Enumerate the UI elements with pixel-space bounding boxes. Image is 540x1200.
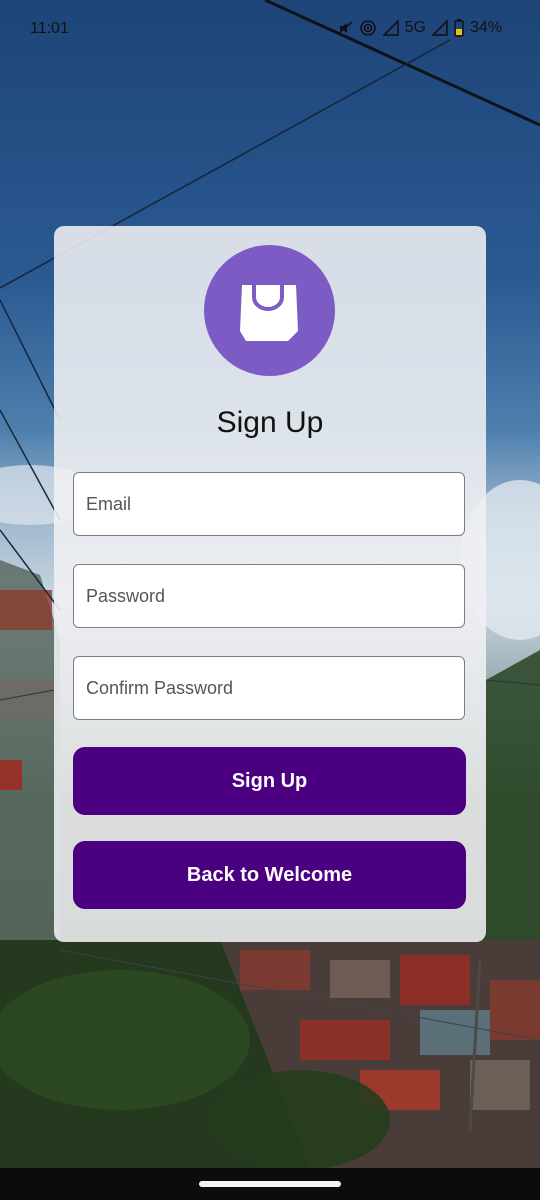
sign-up-button[interactable]: Sign Up bbox=[73, 747, 466, 815]
signup-screen: 11:01 5G 34% Sign Up Email Sign Up Back … bbox=[0, 0, 540, 1200]
mute-icon bbox=[337, 20, 353, 36]
battery-icon bbox=[454, 19, 464, 37]
home-gesture-handle[interactable] bbox=[199, 1181, 341, 1187]
status-icons: 5G 34% bbox=[337, 19, 502, 37]
signal-icon-2 bbox=[431, 20, 448, 36]
back-to-welcome-button[interactable]: Back to Welcome bbox=[73, 841, 466, 909]
status-bar: 11:01 5G 34% bbox=[0, 0, 540, 58]
shopping-bag-icon bbox=[240, 285, 298, 341]
status-time: 11:01 bbox=[30, 20, 69, 37]
battery-percent: 34% bbox=[469, 19, 502, 36]
password-field[interactable] bbox=[73, 564, 465, 628]
email-field[interactable] bbox=[73, 472, 465, 536]
network-type: 5G bbox=[404, 19, 426, 36]
signal-icon bbox=[382, 20, 399, 36]
page-title: Sign Up bbox=[216, 406, 324, 439]
app-logo bbox=[204, 245, 335, 376]
hotspot-icon bbox=[359, 19, 377, 37]
confirm-password-field[interactable] bbox=[73, 656, 465, 720]
signup-card: Sign Up Sign Up Back to Welcome bbox=[54, 226, 486, 942]
